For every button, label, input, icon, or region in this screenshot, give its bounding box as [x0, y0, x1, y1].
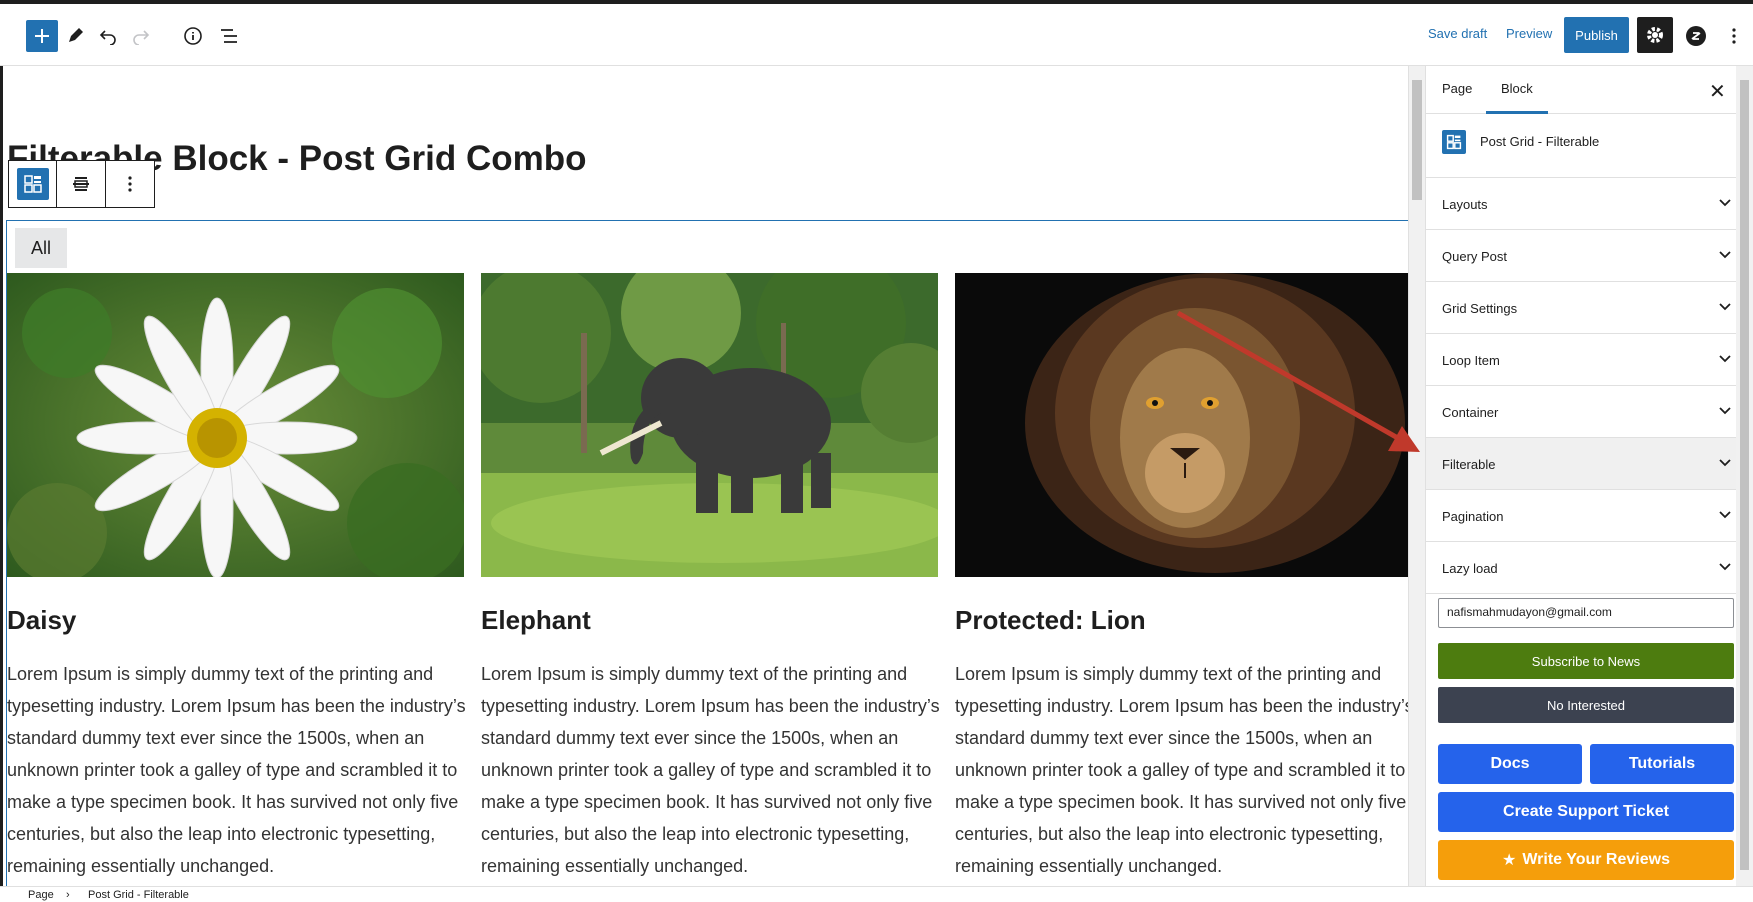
- post-title[interactable]: Protected: Lion: [955, 605, 1408, 636]
- panel-label: Filterable: [1442, 457, 1496, 472]
- gear-icon: [1647, 27, 1663, 43]
- more-vertical-icon: [1732, 28, 1736, 44]
- editor-header: Save draft Preview Publish: [0, 4, 1753, 66]
- panel-label: Grid Settings: [1442, 301, 1518, 316]
- post-excerpt: Lorem Ipsum is simply dummy text of the …: [7, 664, 466, 876]
- details-button[interactable]: [177, 20, 209, 52]
- sidebar-scrollbar[interactable]: [1736, 66, 1753, 886]
- block-name: Post Grid - Filterable: [1480, 134, 1600, 149]
- subscribe-button[interactable]: Subscribe to News: [1438, 643, 1734, 679]
- star-icon: ★: [1502, 852, 1517, 869]
- post-title[interactable]: Daisy: [7, 605, 464, 636]
- chevron-down-icon: [1719, 355, 1731, 363]
- info-icon: [184, 27, 202, 45]
- chevron-down-icon: [1719, 199, 1731, 207]
- not-interested-button[interactable]: No Interested: [1438, 687, 1734, 723]
- block-type-button[interactable]: [9, 161, 58, 207]
- post-card: Elephant Lorem Ipsum is simply dummy tex…: [481, 273, 940, 882]
- panel-container[interactable]: Container: [1426, 386, 1753, 438]
- post-grid-block[interactable]: All Daisy Lorem Ipsum is simply dummy te…: [6, 220, 1408, 886]
- save-draft-button[interactable]: Save draft: [1428, 26, 1487, 41]
- chevron-down-icon: [1719, 511, 1731, 519]
- block-inserter-button[interactable]: [26, 20, 58, 52]
- undo-icon: [99, 30, 116, 45]
- plugin-logo-icon: [1686, 26, 1706, 46]
- scrollbar-thumb[interactable]: [1412, 80, 1422, 200]
- post-excerpt: Lorem Ipsum is simply dummy text of the …: [481, 664, 940, 876]
- breadcrumb-item[interactable]: Page: [28, 889, 54, 901]
- breadcrumb-item[interactable]: Post Grid - Filterable: [88, 889, 189, 901]
- close-icon[interactable]: ✕: [1709, 79, 1726, 104]
- options-button[interactable]: [1718, 20, 1750, 52]
- daisy-image[interactable]: [7, 273, 464, 577]
- breadcrumb: Page › Post Grid - Filterable: [0, 886, 1753, 902]
- panel-lazy-load[interactable]: Lazy load: [1426, 542, 1753, 594]
- panel-label: Lazy load: [1442, 561, 1498, 576]
- tab-page[interactable]: Page: [1442, 81, 1472, 96]
- sidebar-tabs: Page Block ✕: [1426, 66, 1753, 114]
- tools-button[interactable]: [59, 20, 91, 52]
- filter-all-button[interactable]: All: [15, 228, 67, 268]
- panel-layouts[interactable]: Layouts: [1426, 178, 1753, 230]
- post-grid-icon: [1442, 130, 1466, 154]
- chevron-down-icon: [1719, 303, 1731, 311]
- panel-label: Layouts: [1442, 197, 1488, 212]
- tab-block[interactable]: Block: [1501, 81, 1533, 96]
- panel-filterable[interactable]: Filterable: [1426, 438, 1753, 490]
- plugin-button[interactable]: [1680, 20, 1712, 52]
- post-grid-icon: [23, 175, 42, 193]
- list-view-button[interactable]: [213, 20, 245, 52]
- post-excerpt: Lorem Ipsum is simply dummy text of the …: [955, 664, 1408, 876]
- block-options-button[interactable]: [106, 161, 154, 207]
- write-reviews-label: Write Your Reviews: [1522, 851, 1670, 868]
- post-title[interactable]: Elephant: [481, 605, 938, 636]
- lion-image[interactable]: [955, 273, 1408, 577]
- panel-pagination[interactable]: Pagination: [1426, 490, 1753, 542]
- publish-button[interactable]: Publish: [1564, 17, 1629, 53]
- panel-label: Query Post: [1442, 249, 1508, 264]
- redo-button[interactable]: [125, 20, 157, 52]
- post-card: Daisy Lorem Ipsum is simply dummy text o…: [7, 273, 466, 882]
- chevron-down-icon: [1719, 407, 1731, 415]
- panel-label: Loop Item: [1442, 353, 1500, 368]
- pencil-icon: [69, 28, 83, 42]
- scrollbar-thumb[interactable]: [1740, 80, 1749, 870]
- write-reviews-button[interactable]: ★ Write Your Reviews: [1438, 840, 1734, 880]
- settings-sidebar: Page Block ✕ Post Grid - Filterable Layo…: [1425, 66, 1753, 886]
- panel-query-post[interactable]: Query Post: [1426, 230, 1753, 282]
- plus-icon: [35, 29, 49, 43]
- panel-label: Container: [1442, 405, 1499, 420]
- chevron-down-icon: [1719, 459, 1731, 467]
- align-center-icon: [73, 177, 90, 191]
- chevron-right-icon: ›: [66, 889, 70, 901]
- panel-loop-item[interactable]: Loop Item: [1426, 334, 1753, 386]
- list-view-icon: [221, 29, 237, 43]
- docs-button[interactable]: Docs: [1438, 744, 1582, 784]
- panel-grid-settings[interactable]: Grid Settings: [1426, 282, 1753, 334]
- email-field[interactable]: nafismahmudayon@gmail.com: [1438, 598, 1734, 628]
- block-card: Post Grid - Filterable: [1426, 114, 1753, 178]
- post-card: Protected: Lion Lorem Ipsum is simply du…: [955, 273, 1408, 882]
- support-ticket-button[interactable]: Create Support Ticket: [1438, 792, 1734, 832]
- chevron-down-icon: [1719, 563, 1731, 571]
- undo-button[interactable]: [92, 20, 124, 52]
- more-vertical-icon: [128, 176, 132, 192]
- align-button[interactable]: [57, 161, 106, 207]
- preview-button[interactable]: Preview: [1506, 26, 1552, 41]
- settings-button[interactable]: [1637, 17, 1673, 53]
- chevron-down-icon: [1719, 251, 1731, 259]
- canvas-scrollbar[interactable]: [1408, 66, 1425, 886]
- redo-icon: [133, 30, 150, 45]
- panel-label: Pagination: [1442, 509, 1504, 524]
- editor-canvas: Filterable Block - Post Grid Combo All D…: [0, 66, 1408, 886]
- block-toolbar: [8, 160, 155, 208]
- tutorials-button[interactable]: Tutorials: [1590, 744, 1734, 784]
- elephant-image[interactable]: [481, 273, 938, 577]
